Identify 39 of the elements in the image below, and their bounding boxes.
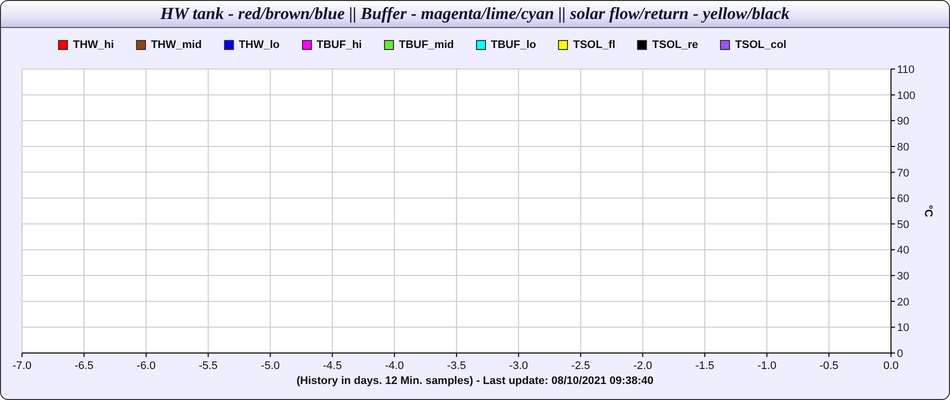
y-tick-label: 40 [897,244,910,257]
x-tick-label: 0.0 [883,360,899,372]
legend-label: TBUF_mid [398,38,454,50]
x-tick-label: -3.0 [509,360,528,372]
x-tick-label: -1.5 [695,360,714,372]
y-tick-label: 50 [897,218,910,231]
y-tick-label: 20 [897,296,910,308]
x-tick-label: -0.5 [819,360,838,372]
x-tick-label: -5.5 [198,360,218,372]
legend-label: TSOL_re [652,38,698,50]
chart-title: HW tank - red/brown/blue || Buffer - magenta/lime/cyan || solar flow/return - yellow/black [160,4,790,24]
y-tick-label: 0 [897,348,904,360]
legend-label: THW_lo [238,38,280,50]
y-tick-label: 70 [897,167,910,180]
x-tick-label: -6.0 [136,360,156,372]
y-tick-label: 30 [897,270,910,283]
x-tick-label: -4.0 [384,360,404,372]
legend-label: TSOL_fl [573,38,616,50]
x-tick-label: -1.0 [757,360,776,372]
y-tick-label: 10 [897,322,910,334]
legend-label: THW_hi [73,38,114,50]
x-tick-label: -7.0 [12,360,32,372]
x-tick-label: -5.0 [260,360,280,372]
x-tick-label: -2.5 [571,360,590,372]
y-tick-label: 80 [897,141,910,154]
y-tick-label: 90 [897,116,910,128]
y-tick-label: 100 [897,90,916,102]
x-tick-label: -2.0 [633,360,652,372]
y-axis-label: °C [922,204,934,218]
x-tick-label: -3.5 [447,360,466,372]
x-tick-label: -4.5 [322,360,342,372]
legend-label: TBUF_lo [490,38,536,50]
legend-label: TBUF_hi [316,38,362,50]
legend-label: THW_mid [150,38,202,50]
legend-label: TSOL_col [735,38,786,50]
x-tick-label: -6.5 [74,360,94,372]
y-tick-label: 60 [897,193,910,206]
y-tick-label: 110 [897,64,915,76]
chart-footnote: (History in days. 12 Min. samples) - Last update: 08/10/2021 09:38:40 [296,375,654,387]
